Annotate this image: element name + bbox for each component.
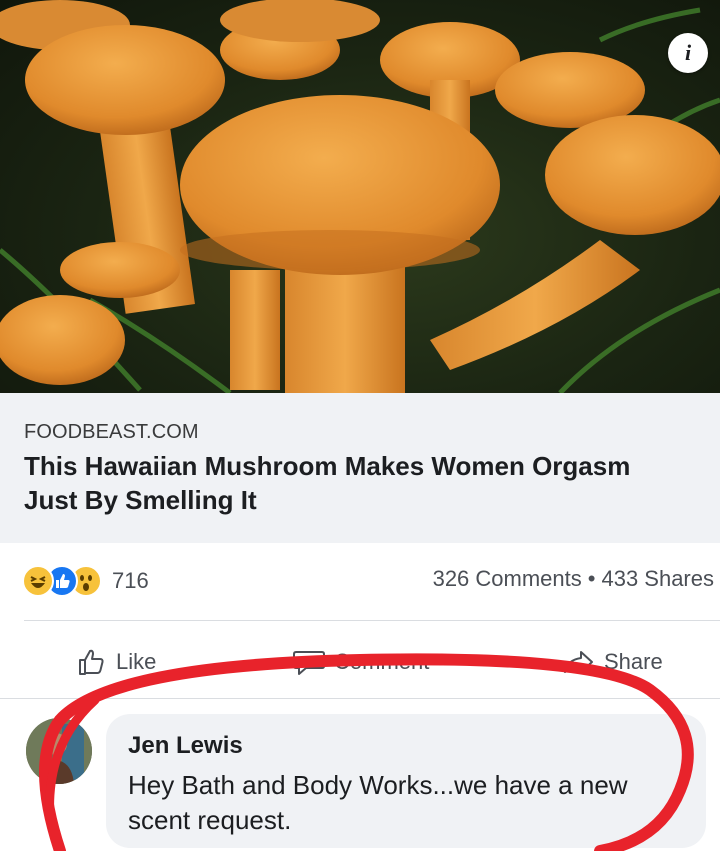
share-icon [564, 651, 593, 673]
like-button[interactable]: Like [76, 644, 156, 680]
comment-bubble: Jen Lewis Hey Bath and Body Works...we h… [106, 714, 706, 848]
post-stats: 326 Comments • 433 Shares [433, 566, 714, 592]
comment-label: Comment [334, 649, 430, 674]
comment-text: Hey Bath and Body Works...we have a new … [128, 770, 628, 835]
thumbs-up-icon [79, 649, 104, 675]
haha-reaction-icon [22, 565, 54, 597]
link-preview[interactable]: FOODBEAST.COM This Hawaiian Mushroom Mak… [0, 393, 720, 543]
reaction-count: 716 [112, 568, 149, 593]
share-label: Share [604, 649, 663, 674]
avatar[interactable] [26, 718, 92, 784]
stats-separator: • [587, 566, 596, 591]
link-title[interactable]: This Hawaiian Mushroom Makes Women Orgas… [24, 449, 684, 517]
comments-count[interactable]: 326 Comments [433, 566, 582, 591]
info-icon[interactable]: i [668, 33, 708, 73]
divider [24, 620, 720, 621]
share-button[interactable]: Share [562, 644, 663, 680]
link-domain: FOODBEAST.COM [24, 421, 199, 443]
reactions-summary[interactable]: 716 [22, 563, 149, 599]
comment-icon [293, 651, 325, 675]
post-image[interactable]: i [0, 0, 720, 393]
comment-author[interactable]: Jen Lewis [128, 732, 243, 760]
mushroom-photo [0, 0, 720, 393]
divider [0, 698, 720, 699]
comment-button[interactable]: Comment [292, 644, 429, 680]
like-label: Like [116, 649, 157, 674]
shares-count[interactable]: 433 Shares [601, 566, 714, 591]
